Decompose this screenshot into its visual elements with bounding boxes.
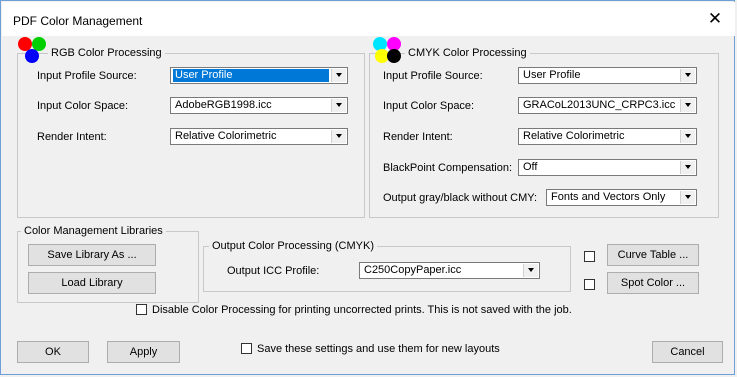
libraries-group-title: Color Management Libraries — [21, 225, 166, 237]
chevron-down-icon[interactable] — [331, 99, 346, 112]
chevron-down-icon[interactable] — [331, 130, 346, 143]
window-title: PDF Color Management — [13, 14, 143, 28]
cmyk-group-title: CMYK Color Processing — [405, 47, 530, 59]
rgb-circles-icon — [18, 37, 50, 67]
chevron-down-icon[interactable] — [680, 130, 695, 143]
cmyk-input-color-space-value: GRACoL2013UNC_CRPC3.icc — [523, 99, 676, 111]
cmyk-blackpoint-label: BlackPoint Compensation: — [383, 162, 513, 174]
rgb-input-color-space-label: Input Color Space: — [37, 100, 129, 112]
load-library-button[interactable]: Load Library — [28, 272, 156, 294]
rgb-group-title: RGB Color Processing — [48, 47, 165, 59]
cmyk-output-gray-select[interactable]: Fonts and Vectors Only — [546, 189, 697, 206]
rgb-render-intent-select[interactable]: Relative Colorimetric — [170, 128, 348, 145]
rgb-render-intent-value: Relative Colorimetric — [175, 130, 277, 142]
chevron-down-icon[interactable] — [680, 191, 695, 204]
rgb-input-profile-source-value: User Profile — [173, 69, 329, 82]
disable-processing-label: Disable Color Processing for printing un… — [152, 304, 572, 316]
output-icc-select[interactable]: C250CopyPaper.icc — [359, 262, 540, 279]
cmyk-render-intent-value: Relative Colorimetric — [523, 130, 625, 142]
close-button[interactable]: ✕ — [705, 9, 725, 29]
cmyk-input-profile-source-label: Input Profile Source: — [383, 70, 483, 82]
chevron-down-icon[interactable] — [680, 69, 695, 82]
chevron-down-icon[interactable] — [680, 99, 695, 112]
cmyk-blackpoint-select[interactable]: Off — [518, 159, 697, 176]
spot-color-checkbox[interactable] — [584, 279, 595, 290]
chevron-down-icon[interactable] — [680, 161, 695, 174]
cmyk-output-gray-value: Fonts and Vectors Only — [551, 191, 666, 203]
cmyk-input-color-space-select[interactable]: GRACoL2013UNC_CRPC3.icc — [518, 97, 697, 114]
pdf-color-management-dialog: PDF Color Management ✕ RGB Color Process… — [0, 0, 735, 375]
rgb-input-color-space-select[interactable]: AdobeRGB1998.icc — [170, 97, 348, 114]
apply-button[interactable]: Apply — [107, 341, 180, 363]
ok-button[interactable]: OK — [17, 341, 89, 363]
chevron-down-icon[interactable] — [523, 264, 538, 277]
rgb-input-color-space-value: AdobeRGB1998.icc — [175, 99, 272, 111]
output-group-title: Output Color Processing (CMYK) — [209, 240, 377, 252]
cmyk-circles-icon — [373, 37, 405, 67]
close-icon: ✕ — [707, 9, 723, 28]
rgb-input-profile-source-select[interactable]: User Profile — [170, 67, 348, 84]
rgb-render-intent-label: Render Intent: — [37, 131, 107, 143]
output-icc-value: C250CopyPaper.icc — [364, 264, 462, 276]
cmyk-input-profile-source-value: User Profile — [523, 69, 581, 81]
curve-table-button[interactable]: Curve Table ... — [607, 244, 699, 266]
cmyk-render-intent-select[interactable]: Relative Colorimetric — [518, 128, 697, 145]
cmyk-output-gray-label: Output gray/black without CMY: — [383, 192, 538, 204]
curve-table-checkbox[interactable] — [584, 251, 595, 262]
output-icc-label: Output ICC Profile: — [227, 265, 320, 277]
save-settings-label: Save these settings and use them for new… — [257, 343, 500, 355]
cmyk-blackpoint-value: Off — [523, 161, 538, 173]
cmyk-input-color-space-label: Input Color Space: — [383, 100, 475, 112]
disable-processing-checkbox[interactable] — [136, 304, 147, 315]
spot-color-button[interactable]: Spot Color ... — [607, 272, 699, 294]
title-bar: PDF Color Management ✕ — [2, 2, 735, 36]
cancel-button[interactable]: Cancel — [652, 341, 723, 363]
rgb-input-profile-source-label: Input Profile Source: — [37, 70, 137, 82]
cmyk-input-profile-source-select[interactable]: User Profile — [518, 67, 697, 84]
save-settings-checkbox[interactable] — [241, 343, 252, 354]
chevron-down-icon[interactable] — [331, 69, 346, 82]
cmyk-render-intent-label: Render Intent: — [383, 131, 453, 143]
save-library-button[interactable]: Save Library As ... — [28, 244, 156, 266]
